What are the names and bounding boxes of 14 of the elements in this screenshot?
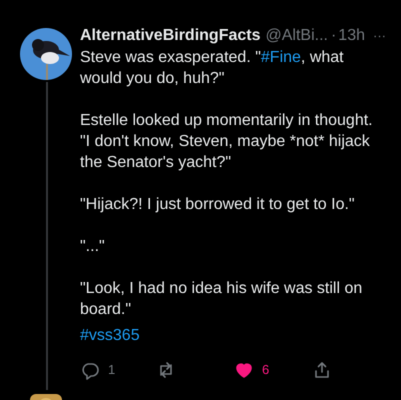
display-name: AlternativeBirdingFacts [80, 26, 260, 46]
user-handle: @AltBi... [265, 26, 328, 46]
tweet-paragraph: Estelle looked up momentarily in thought. "I don't know, Steven, maybe *not* hijack the Senator's yacht?" [80, 111, 374, 173]
hashtag-link[interactable]: #Fine [260, 49, 301, 66]
hashtag-link[interactable]: #vss365 [80, 327, 140, 344]
like-button[interactable]: 6 [234, 360, 312, 380]
timestamp: 13h [338, 26, 365, 46]
tweet-paragraph: "Look, I had no idea his wife was still on board." [80, 279, 364, 320]
reply-button[interactable]: 1 [80, 360, 156, 380]
tweet-paragraph: "..." [80, 237, 106, 257]
more-button[interactable]: ··· [373, 26, 386, 46]
separator: · [330, 26, 336, 46]
tweet-paragraph: Steve was exasperated. "#Fine, what would you do, huh?" [80, 48, 345, 89]
tweet-paragraph: "Hijack?! I just borrowed it to get to Io." [80, 195, 356, 215]
